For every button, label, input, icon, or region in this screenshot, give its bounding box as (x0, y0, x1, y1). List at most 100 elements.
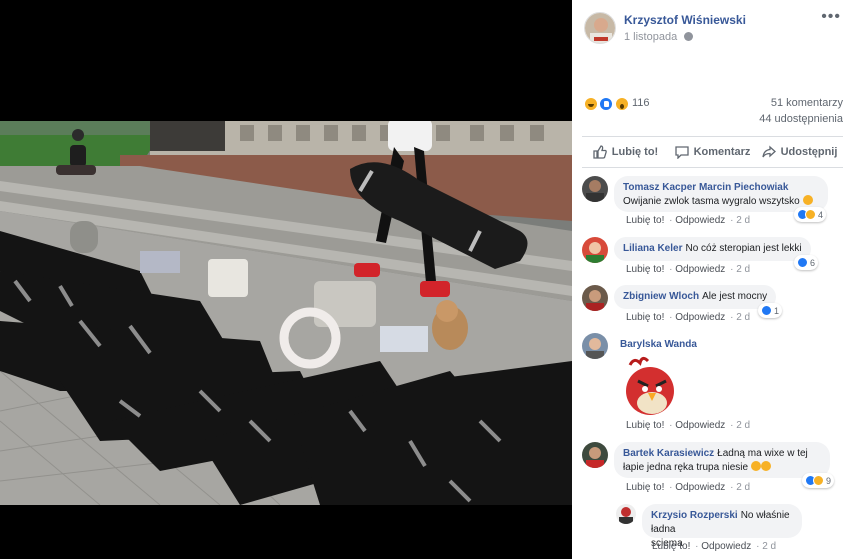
wow-reaction-icon (614, 97, 629, 111)
comment-like-link[interactable]: Lubię to! (652, 541, 690, 552)
comment-reply-link[interactable]: Odpowiedz (675, 312, 725, 323)
comment-reactions[interactable]: 6 (794, 255, 819, 270)
like-reaction-icon (761, 305, 772, 316)
more-options-icon[interactable]: ••• (821, 8, 841, 26)
comment-text: Owijanie zwlok tasma wygralo wszytsko (623, 196, 800, 207)
comment-reaction-count: 6 (810, 257, 816, 268)
commenter-avatar-image (582, 442, 608, 468)
like-reaction-icon (797, 257, 808, 268)
commenter-avatar-image (582, 237, 608, 263)
comment-text-line2: łapie jedna ręka trupa niesie (623, 462, 749, 473)
comment-like-link[interactable]: Lubię to! (626, 264, 664, 275)
comment-reply-link[interactable]: Odpowiedz (675, 215, 725, 226)
commenter-name[interactable]: Krzysio Rozperski (651, 510, 738, 521)
post-photo[interactable] (0, 121, 572, 505)
comment-reaction-count: 4 (818, 209, 824, 220)
comment-like-link[interactable]: Lubię to! (626, 215, 664, 226)
commenter-avatar[interactable] (582, 442, 608, 468)
haha-reaction-icon (813, 475, 824, 486)
like-button-label: Lubię to! (611, 146, 659, 158)
post-date[interactable]: 1 listopada (624, 31, 694, 43)
protest-photo-illustration (0, 121, 572, 505)
comment-text: No cóż steropian jest lekki (685, 243, 802, 254)
comment-reply-link[interactable]: Odpowiedz (675, 420, 725, 431)
comment-time[interactable]: 2 d (736, 215, 750, 226)
comment-bubble: Tomasz Kacper Marcin Piechowiak Owijanie… (614, 176, 828, 212)
commenter-name[interactable]: Bartek Karasiewicz (623, 448, 714, 459)
post-sidebar: Krzysztof Wiśniewski 1 listopada ••• 116… (572, 0, 853, 559)
author-avatar-image (585, 13, 615, 43)
comment-time[interactable]: 2 d (736, 482, 750, 493)
comment-reactions[interactable]: 1 (758, 303, 783, 318)
share-icon (761, 145, 776, 158)
comment-icon (674, 146, 689, 159)
comment-text-line1: Ładną ma wixe w tej (717, 448, 808, 459)
commenter-avatar[interactable] (582, 176, 608, 202)
comment-reply-link[interactable]: Odpowiedz (675, 482, 725, 493)
comment-meta: Lubię to! · Odpowiedz · 2 d (626, 215, 751, 226)
haha-reaction-icon (805, 209, 816, 220)
post-actions: Lubię to! Komentarz Udostępnij (582, 136, 843, 168)
author-avatar[interactable] (584, 12, 616, 44)
angry-bird-sticker[interactable] (620, 355, 678, 422)
comment-time[interactable]: 2 d (762, 541, 776, 552)
comment-reactions[interactable]: 4 (794, 207, 827, 222)
laughing-emoji-icon (802, 195, 813, 205)
post-date-text[interactable]: 1 listopada (624, 31, 677, 43)
like-button[interactable]: Lubię to! (582, 137, 669, 167)
photo-viewer (0, 0, 572, 559)
haha-reaction-icon (584, 97, 598, 111)
commenter-name[interactable]: Zbigniew Wloch (623, 291, 699, 302)
comment-bubble: Bartek Karasiewicz Ładną ma wixe w tej ła… (614, 442, 830, 478)
comment-time[interactable]: 2 d (736, 312, 750, 323)
comment-bubble: Krzysio Rozperski No właśnie ładna sciema (642, 504, 802, 549)
comment-reply-link[interactable]: Odpowiedz (675, 264, 725, 275)
facebook-photo-viewer: Krzysztof Wiśniewski 1 listopada ••• 116… (0, 0, 853, 559)
commenter-name[interactable]: Liliana Keler (623, 243, 682, 254)
reaction-icons[interactable] (584, 97, 629, 111)
commenter-avatar[interactable] (582, 285, 608, 311)
comment-meta: Lubię to! · Odpowiedz · 2 d (626, 482, 751, 493)
comment-bubble: Zbigniew Wloch Ale jest mocny (614, 285, 777, 309)
commenter-avatar[interactable] (582, 237, 608, 263)
comment-time[interactable]: 2 d (736, 420, 750, 431)
commenter-avatar-image (582, 285, 608, 311)
comment-meta: Lubię to! · Odpowiedz · 2 d (626, 264, 751, 275)
commenter-avatar-image (582, 333, 608, 359)
commenter-avatar-image (616, 504, 636, 524)
commenter-name[interactable]: Tomasz Kacper Marcin Piechowiak (623, 182, 788, 193)
laughing-emoji-icon (750, 461, 761, 471)
comments-count[interactable]: 51 komentarzy (771, 97, 843, 109)
reaction-count[interactable]: 116 (632, 97, 650, 109)
commenter-avatar[interactable] (582, 333, 608, 359)
commenter-name[interactable]: Barylska Wanda (620, 339, 697, 350)
commenter-name-row: Barylska Wanda (620, 339, 700, 350)
thumbs-up-icon (593, 145, 607, 159)
globe-icon (684, 32, 694, 41)
comment-reaction-count: 9 (826, 475, 832, 486)
commenter-avatar-image (582, 176, 608, 202)
comment-like-link[interactable]: Lubię to! (626, 420, 664, 431)
angry-bird-sticker-image (626, 356, 674, 415)
comment-reply-link[interactable]: Odpowiedz (701, 541, 751, 552)
post-stats: 116 51 komentarzy 44 udostępnienia (572, 92, 853, 132)
comment-reaction-count: 1 (774, 305, 780, 316)
comment-meta: Lubię to! · Odpowiedz · 2 d (626, 312, 751, 323)
comment-button[interactable]: Komentarz (669, 137, 756, 167)
comment-button-label: Komentarz (693, 146, 751, 158)
comment-time[interactable]: 2 d (736, 264, 750, 275)
shares-count[interactable]: 44 udostępnienia (759, 113, 843, 125)
post-header: Krzysztof Wiśniewski 1 listopada ••• (572, 0, 853, 60)
comment-meta: Lubię to! · Odpowiedz · 2 d (626, 420, 751, 431)
comment-meta: Lubię to! · Odpowiedz · 2 d (652, 541, 777, 552)
comment-text: Ale jest mocny (702, 291, 768, 302)
author-name[interactable]: Krzysztof Wiśniewski (624, 13, 746, 27)
comment-like-link[interactable]: Lubię to! (626, 482, 664, 493)
laughing-emoji-icon (760, 461, 771, 471)
comment-like-link[interactable]: Lubię to! (626, 312, 664, 323)
commenter-avatar[interactable] (616, 504, 636, 524)
comment-reactions[interactable]: 9 (802, 473, 835, 488)
comment-bubble: Liliana Keler No cóż steropian jest lekki (614, 237, 811, 261)
like-reaction-icon (599, 97, 614, 111)
share-button[interactable]: Udostępnij (756, 137, 843, 167)
